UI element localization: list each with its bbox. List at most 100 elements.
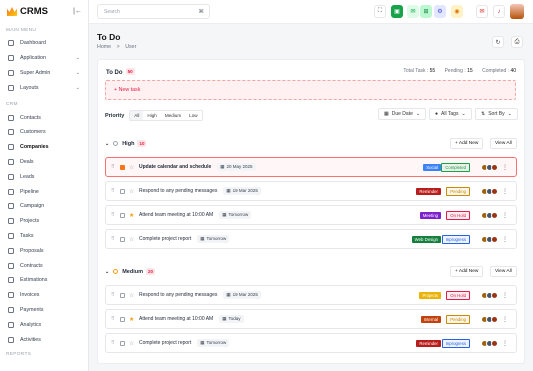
add-new-button[interactable]: + Add New <box>450 138 484 149</box>
assignee-avatars <box>481 339 498 347</box>
refresh-icon[interactable]: ↻ <box>492 36 504 48</box>
drag-handle-icon[interactable]: ⠿ <box>111 212 116 218</box>
sidebar-item-estimations[interactable]: Estimations <box>0 273 88 288</box>
drag-handle-icon[interactable]: ⠿ <box>111 316 116 322</box>
notification-bell-icon[interactable]: ♪ <box>493 5 505 18</box>
task-checkbox[interactable] <box>120 212 125 218</box>
task-checkbox[interactable] <box>120 188 125 194</box>
view-all-button[interactable]: View All <box>490 266 517 277</box>
drag-handle-icon[interactable]: ⠿ <box>111 188 116 194</box>
chevron-down-icon: ⌄ <box>105 140 110 147</box>
sidebar-item-icon <box>8 262 14 269</box>
priority-group-medium[interactable]: ⌄ Medium 20 <box>105 268 155 275</box>
task-tag: Web Design <box>411 235 441 243</box>
task-date-text: Tomorrow <box>206 236 227 241</box>
task-checkbox[interactable] <box>120 164 125 170</box>
task-row[interactable]: ⠿ ☆ Complete project report ▦ Tomorrow Remind… <box>105 333 517 353</box>
task-checkbox[interactable] <box>120 292 125 298</box>
priority-medium[interactable]: Medium <box>161 111 185 120</box>
apps-grid-icon[interactable]: ⊞ <box>420 5 432 18</box>
sidebar-item-activities[interactable]: Activities <box>0 332 88 347</box>
task-checkbox[interactable] <box>120 316 125 322</box>
sidebar-item-icon <box>8 69 14 76</box>
due-date-filter[interactable]: ▦ Due Date ⌄ <box>378 108 427 120</box>
sort-icon: ⇅ <box>481 111 486 117</box>
priority-all[interactable]: All <box>130 111 144 120</box>
more-options-icon[interactable]: ⋮ <box>502 316 508 323</box>
mail-app-icon[interactable]: ✉ <box>407 5 419 18</box>
sidebar-item-payments[interactable]: Payments <box>0 303 88 318</box>
star-icon[interactable]: ★ <box>129 212 135 219</box>
more-options-icon[interactable]: ⋮ <box>502 188 508 195</box>
sidebar-item-customers[interactable]: Customers <box>0 125 88 140</box>
drag-handle-icon[interactable]: ⠿ <box>111 236 116 242</box>
sidebar-item-analytics[interactable]: Analytics <box>0 317 88 332</box>
priority-high[interactable]: High <box>143 111 160 120</box>
add-new-button[interactable]: + Add New <box>450 266 484 277</box>
help-icon[interactable]: ◉ <box>451 5 463 18</box>
drag-handle-icon[interactable]: ⠿ <box>111 292 116 298</box>
calendar-icon: ▦ <box>200 340 205 345</box>
sidebar-item-label: Customers <box>20 129 46 136</box>
task-status-badge: On Hold <box>446 290 470 300</box>
chevron-down-icon: ⌄ <box>105 268 110 275</box>
task-date: ▦ Tomorrow <box>197 339 230 347</box>
settings-gear-icon[interactable]: ⚙ <box>434 5 446 18</box>
task-row[interactable]: ⠿ ☆ Respond to any pending messages ▦ 19 Mar… <box>105 181 517 201</box>
avatar <box>491 187 498 195</box>
drag-handle-icon[interactable]: ⠿ <box>111 164 116 170</box>
drag-handle-icon[interactable]: ⠿ <box>111 340 116 346</box>
more-options-icon[interactable]: ⋮ <box>502 292 508 299</box>
star-icon[interactable]: ☆ <box>129 292 135 299</box>
sidebar-item-leads[interactable]: Leads <box>0 169 88 184</box>
fullscreen-icon[interactable]: ⛶ <box>374 5 386 18</box>
sidebar-item-layouts[interactable]: Layouts ⌄ <box>0 80 88 95</box>
print-icon[interactable]: ⎙ <box>511 36 523 48</box>
group-count-badge: 10 <box>137 140 147 147</box>
messages-icon[interactable]: ✉ <box>476 5 488 18</box>
sidebar-item-contracts[interactable]: Contracts <box>0 258 88 273</box>
calendar-app-icon[interactable]: ▣ <box>391 5 403 18</box>
star-icon[interactable]: ★ <box>129 316 135 323</box>
task-row[interactable]: ⠿ ★ Attend team meeting at 10:00 AM ▦ Tomorr… <box>105 205 517 225</box>
more-options-icon[interactable]: ⋮ <box>502 340 508 347</box>
sidebar-item-contacts[interactable]: Contacts <box>0 110 88 125</box>
priority-group-high[interactable]: ⌄ High 10 <box>105 140 147 147</box>
sidebar-item-projects[interactable]: Projects <box>0 214 88 229</box>
sidebar-item-campaign[interactable]: Campaign <box>0 199 88 214</box>
task-row[interactable]: ⠿ ☆ Update calendar and schedule ▦ 20 May 20… <box>105 157 517 177</box>
sidebar-item-invoices[interactable]: Invoices <box>0 288 88 303</box>
breadcrumb-home[interactable]: Home <box>97 44 111 50</box>
collapse-sidebar-icon[interactable]: |← <box>73 8 82 15</box>
search-input[interactable]: Search ⌘ <box>97 4 210 19</box>
star-icon[interactable]: ☆ <box>129 164 135 171</box>
view-all-button[interactable]: View All <box>490 138 517 149</box>
task-row[interactable]: ⠿ ★ Attend team meeting at 10:00 AM ▦ Today I… <box>105 309 517 329</box>
sidebar-item-companies[interactable]: Companies <box>0 140 88 155</box>
new-task-button[interactable]: + New task <box>105 80 516 100</box>
sidebar-item-proposals[interactable]: Proposals <box>0 243 88 258</box>
star-icon[interactable]: ☆ <box>129 236 135 243</box>
more-options-icon[interactable]: ⋮ <box>502 164 508 171</box>
star-icon[interactable]: ☆ <box>129 188 135 195</box>
priority-low[interactable]: Low <box>185 111 201 120</box>
sidebar-item-application[interactable]: Application ⌄ <box>0 51 88 66</box>
more-options-icon[interactable]: ⋮ <box>502 212 508 219</box>
sidebar-item-tasks[interactable]: Tasks <box>0 229 88 244</box>
task-row[interactable]: ⠿ ☆ Complete project report ▦ Tomorrow Web De… <box>105 229 517 249</box>
star-icon[interactable]: ☆ <box>129 340 135 347</box>
sidebar-item-super-admin[interactable]: Super Admin ⌄ <box>0 66 88 81</box>
sort-by-filter[interactable]: ⇅ Sort By ⌄ <box>475 108 518 120</box>
sidebar-item-deals[interactable]: Deals <box>0 155 88 170</box>
task-row[interactable]: ⠿ ☆ Respond to any pending messages ▦ 19 Mar… <box>105 285 517 305</box>
sidebar-item-dashboard[interactable]: Dashboard <box>0 36 88 51</box>
brand[interactable]: CRMS |← <box>0 0 88 23</box>
task-checkbox[interactable] <box>120 236 125 242</box>
avatar <box>491 235 498 243</box>
all-tags-filter[interactable]: ● All Tags ⌄ <box>429 108 472 120</box>
sidebar-item-pipeline[interactable]: Pipeline <box>0 184 88 199</box>
more-options-icon[interactable]: ⋮ <box>502 236 508 243</box>
user-avatar[interactable] <box>510 4 524 19</box>
task-checkbox[interactable] <box>120 340 125 346</box>
sidebar-item-label: Pipeline <box>20 188 39 195</box>
